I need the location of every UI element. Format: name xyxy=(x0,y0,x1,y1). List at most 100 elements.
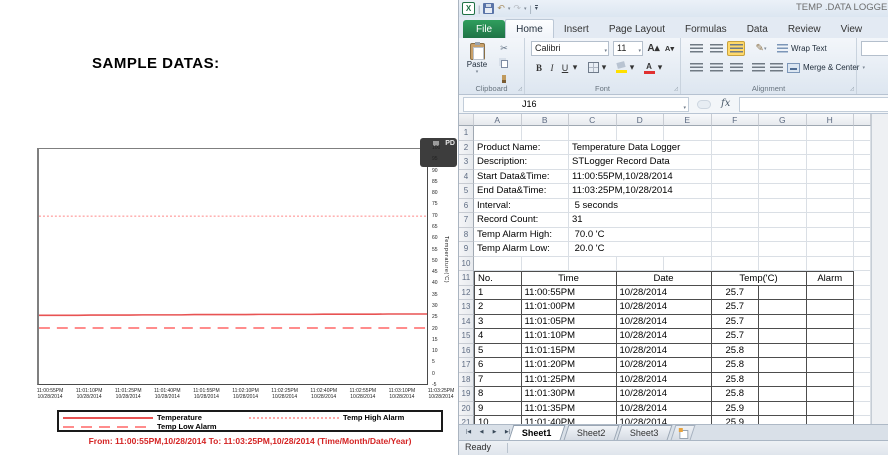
grid-cell[interactable] xyxy=(807,155,855,170)
grid-cell[interactable]: 10/28/2014 xyxy=(617,286,712,301)
grid-cell[interactable] xyxy=(854,126,871,141)
grid-cell[interactable]: 4 xyxy=(474,329,522,344)
grid-cell[interactable]: 10/28/2014 xyxy=(617,344,712,359)
grid-cell[interactable] xyxy=(854,286,871,301)
cut-button[interactable]: ✂ xyxy=(496,42,512,55)
insert-function-icon[interactable]: fx xyxy=(721,98,730,109)
grid-cell[interactable]: 7 xyxy=(474,373,522,388)
grid-cell[interactable]: Start Data&Time: xyxy=(474,170,569,185)
redo-icon[interactable]: ↷ xyxy=(513,3,521,14)
grid-cell[interactable] xyxy=(712,170,760,185)
ribbon-tab-formulas[interactable]: Formulas xyxy=(675,20,737,39)
grid-cell[interactable] xyxy=(712,126,760,141)
first-sheet-icon[interactable]: |◀ xyxy=(463,427,474,438)
customize-qat-icon[interactable]: ▾ xyxy=(535,5,538,13)
shrink-font-button[interactable]: A▾ xyxy=(662,41,677,56)
grid-cell[interactable] xyxy=(759,402,807,417)
grid-cell[interactable] xyxy=(759,358,807,373)
grid-cell[interactable] xyxy=(807,373,855,388)
column-header-e[interactable]: E xyxy=(664,114,712,126)
grid-cell[interactable] xyxy=(474,126,522,141)
grid-cell[interactable] xyxy=(807,242,855,257)
grid-cell[interactable] xyxy=(807,329,855,344)
column-header-h[interactable]: H xyxy=(807,114,855,126)
insert-worksheet-icon[interactable] xyxy=(670,425,695,440)
formula-input[interactable] xyxy=(739,97,888,112)
grid-cell[interactable]: 10/28/2014 xyxy=(617,416,712,424)
align-left-button[interactable] xyxy=(687,60,705,75)
grid-cell[interactable] xyxy=(759,300,807,315)
italic-button[interactable]: I xyxy=(547,60,557,75)
grid-cell[interactable] xyxy=(759,373,807,388)
ribbon-tab-file[interactable]: File xyxy=(463,20,505,39)
sheet-tab-sheet2[interactable]: Sheet2 xyxy=(563,425,618,440)
grid-cell[interactable]: Interval: xyxy=(474,199,569,214)
grid-cell[interactable] xyxy=(807,184,855,199)
alignment-dialog-launcher-icon[interactable]: ◿ xyxy=(850,87,854,92)
sheet-tab-sheet1[interactable]: Sheet1 xyxy=(509,425,565,440)
grid-cell[interactable] xyxy=(712,141,760,156)
grid-cell[interactable] xyxy=(759,213,807,228)
grid-cell[interactable] xyxy=(617,126,665,141)
grid-cell[interactable] xyxy=(522,257,570,272)
grid-cell[interactable] xyxy=(712,155,760,170)
grid-cell[interactable] xyxy=(807,387,855,402)
grid-cell[interactable]: 70.0 'C xyxy=(569,228,712,243)
grid-cell[interactable]: 10/28/2014 xyxy=(617,300,712,315)
grid-cell[interactable] xyxy=(759,315,807,330)
grid-cell[interactable] xyxy=(854,199,871,214)
grid-cell[interactable]: 9 xyxy=(474,402,522,417)
grid-cell[interactable] xyxy=(522,126,570,141)
grid-cell[interactable] xyxy=(712,184,760,199)
undo-icon[interactable]: ↶ xyxy=(497,3,505,14)
grid-cell[interactable] xyxy=(854,344,871,359)
fill-color-dropdown-icon[interactable]: ▾ xyxy=(628,60,636,75)
row-header-8[interactable]: 8 xyxy=(459,228,474,243)
grid-cell[interactable] xyxy=(759,416,807,424)
grid-cell[interactable] xyxy=(759,242,807,257)
grid-cell[interactable] xyxy=(854,387,871,402)
grid-cell[interactable]: 11:01:25PM xyxy=(522,373,617,388)
sheet-tab-sheet3[interactable]: Sheet3 xyxy=(617,425,672,440)
grid-cell[interactable]: No. xyxy=(474,271,522,286)
ribbon-tab-data[interactable]: Data xyxy=(737,20,778,39)
grid-cell[interactable] xyxy=(854,257,871,272)
font-dialog-launcher-icon[interactable]: ◿ xyxy=(674,87,678,92)
align-bottom-button[interactable] xyxy=(727,41,745,56)
font-size-dropdown-icon[interactable]: ▾ xyxy=(638,45,641,58)
grid-cell[interactable] xyxy=(569,257,617,272)
row-header-3[interactable]: 3 xyxy=(459,155,474,170)
grid-cell[interactable] xyxy=(759,170,807,185)
grid-cell[interactable]: 11:01:15PM xyxy=(522,344,617,359)
font-color-dropdown-icon[interactable]: ▾ xyxy=(656,60,664,75)
wrap-text-button[interactable]: Wrap Text xyxy=(777,41,827,56)
row-header-15[interactable]: 15 xyxy=(459,329,474,344)
grid-cell[interactable]: Temperature Data Logger xyxy=(569,141,712,156)
clipboard-dialog-launcher-icon[interactable]: ◿ xyxy=(518,87,522,92)
grid-cell[interactable] xyxy=(712,213,760,228)
font-color-button[interactable]: A xyxy=(641,60,657,75)
grid-cell[interactable] xyxy=(854,402,871,417)
font-size-combo[interactable]: 11 ▾ xyxy=(613,41,643,56)
borders-button[interactable] xyxy=(585,60,601,75)
column-header-a[interactable]: A xyxy=(474,114,522,126)
grid-cell[interactable]: Time xyxy=(522,271,617,286)
grid-cell[interactable] xyxy=(854,170,871,185)
grid-cell[interactable]: STLogger Record Data xyxy=(569,155,712,170)
excel-logo-icon[interactable]: X xyxy=(462,2,475,15)
row-header-2[interactable]: 2 xyxy=(459,141,474,156)
grid-cell[interactable]: 10/28/2014 xyxy=(617,329,712,344)
grid-cell[interactable]: 25.7 xyxy=(712,329,760,344)
grid-cell[interactable]: Temp Alarm High: xyxy=(474,228,569,243)
row-header-10[interactable]: 10 xyxy=(459,257,474,272)
row-header-21[interactable]: 21 xyxy=(459,416,474,424)
row-header-1[interactable]: 1 xyxy=(459,126,474,141)
grid-cell[interactable] xyxy=(854,358,871,373)
grid-cell[interactable] xyxy=(807,344,855,359)
row-header-14[interactable]: 14 xyxy=(459,315,474,330)
grid-cell[interactable]: Date xyxy=(617,271,712,286)
align-center-button[interactable] xyxy=(707,60,725,75)
grid-cell[interactable] xyxy=(807,141,855,156)
grid-cell[interactable] xyxy=(854,373,871,388)
grid-cell[interactable]: 1 xyxy=(474,286,522,301)
